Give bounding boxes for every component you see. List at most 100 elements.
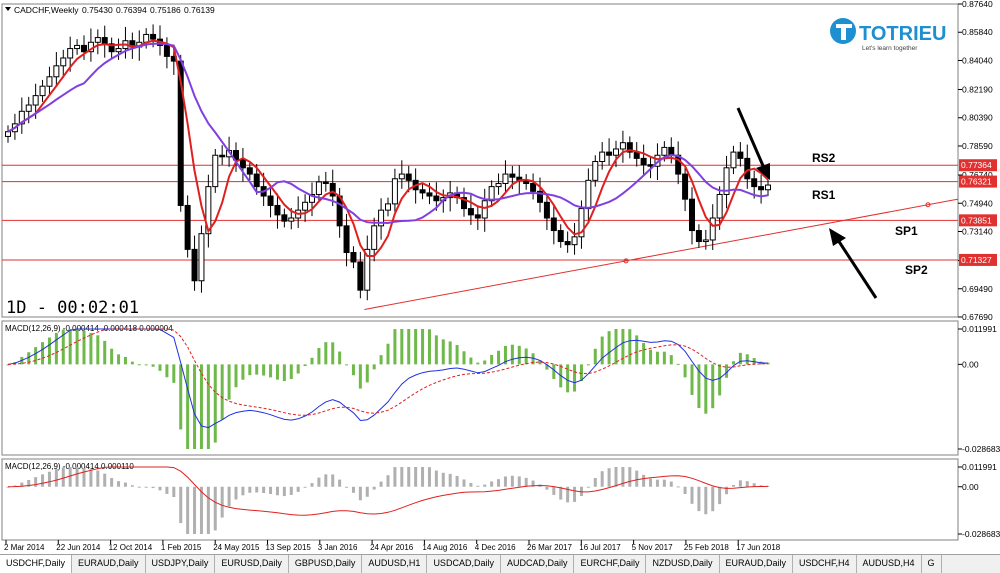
- macd1-histogram-bar: [262, 364, 266, 376]
- candle-body: [322, 181, 329, 184]
- tab-7[interactable]: AUDCAD,Daily: [501, 555, 575, 573]
- candle-body: [219, 154, 226, 158]
- tab-1[interactable]: EURAUD,Daily: [72, 555, 146, 573]
- tab-13[interactable]: G: [922, 555, 942, 573]
- tab-8[interactable]: EURCHF,Daily: [574, 555, 647, 573]
- level-price-label: 0.71327: [961, 255, 992, 265]
- macd1-histogram-bar: [351, 364, 355, 376]
- macd2-histogram-bar: [400, 467, 404, 487]
- macd1-histogram-bar: [47, 337, 51, 365]
- candle-body: [633, 151, 640, 159]
- macd2-histogram-bar: [351, 486, 355, 493]
- macd2-histogram-bar: [628, 467, 632, 487]
- macd2-histogram-bar: [151, 486, 155, 489]
- candle-body: [267, 195, 274, 206]
- tab-9[interactable]: NZDUSD,Daily: [646, 555, 720, 573]
- tab-0[interactable]: USDCHF,Daily: [0, 555, 73, 573]
- macd2-histogram-bar: [345, 486, 349, 488]
- macd2-histogram-bar: [103, 473, 107, 487]
- macd1-histogram-bar: [310, 357, 314, 365]
- macd2-histogram-bar: [213, 486, 217, 531]
- tab-6[interactable]: USDCAD,Daily: [427, 555, 501, 573]
- candle-body: [391, 178, 398, 205]
- tab-11[interactable]: USDCHF,H4: [793, 555, 857, 573]
- macd2-histogram-bar: [510, 475, 514, 487]
- macd2-histogram-bar: [517, 476, 521, 487]
- candle-body: [115, 48, 122, 53]
- ohlc-close: 0.76139: [184, 5, 215, 15]
- candle-body: [730, 151, 737, 169]
- macd1-histogram-bar: [607, 331, 611, 365]
- macd1-histogram-bar: [165, 364, 169, 378]
- tab-10[interactable]: EURAUD,Daily: [720, 555, 794, 573]
- macd1-histogram-bar: [365, 364, 369, 383]
- macd2-histogram-bar: [669, 481, 673, 487]
- macd2-histogram-bar: [497, 479, 501, 487]
- ohlc-high: 0.76394: [116, 5, 147, 15]
- price-tick-label: 0.73140: [962, 226, 993, 236]
- macd2-histogram-bar: [317, 477, 321, 487]
- macd2-histogram-bar: [310, 483, 314, 487]
- macd2-histogram-bar: [441, 472, 445, 487]
- macd2-histogram-bar: [47, 471, 51, 487]
- macd2-histogram-bar: [75, 467, 79, 487]
- macd2-histogram-bar: [379, 481, 383, 487]
- macd1-histogram-bar: [289, 364, 293, 380]
- tab-4[interactable]: GBPUSD,Daily: [289, 555, 363, 573]
- tab-3[interactable]: EURUSD,Daily: [215, 555, 289, 573]
- candle-body: [550, 217, 557, 232]
- time-tick-label: 12 Oct 2014: [109, 543, 153, 552]
- macd2-histogram-bar: [593, 478, 597, 487]
- macd2-histogram-bar: [234, 486, 238, 500]
- brand-tagline: Let's learn together: [862, 45, 918, 52]
- candle-body: [398, 173, 405, 180]
- time-tick-label: 24 Apr 2016: [370, 543, 414, 552]
- candle-body: [467, 208, 474, 216]
- macd1-histogram-bar: [41, 342, 45, 365]
- candle-body: [709, 217, 716, 241]
- bar-countdown-timer: 1D - 00:02:01: [6, 298, 139, 318]
- candle-body: [481, 200, 488, 219]
- time-tick-label: 1 Feb 2015: [161, 543, 202, 552]
- macd1-histogram-bar: [151, 364, 155, 367]
- candle-body: [433, 195, 440, 202]
- macd2-histogram-bar: [662, 479, 666, 487]
- macd2-histogram-bar: [130, 485, 134, 487]
- chart-canvas[interactable]: 0.87640 0.85840 0.84040 0.82190 0.80390 0.785…: [0, 0, 1000, 554]
- time-tick-label: 14 Aug 2016: [422, 543, 467, 552]
- macd1-histogram-bar: [745, 354, 749, 365]
- macd1-histogram-bar: [393, 329, 397, 365]
- tab-2[interactable]: USDJPY,Daily: [146, 555, 216, 573]
- macd2-histogram-bar: [476, 485, 480, 487]
- macd1-histogram-bar: [731, 361, 735, 365]
- macd1-histogram-bar: [676, 363, 680, 365]
- candle-body: [716, 193, 723, 219]
- price-tick-label: 0.78590: [962, 141, 993, 151]
- macd1-histogram-bar: [738, 352, 742, 365]
- macd1-histogram-bar: [510, 344, 514, 365]
- macd2-histogram-bar: [642, 474, 646, 487]
- candle-body: [530, 182, 537, 192]
- macd2-histogram-bar: [324, 474, 328, 487]
- macd2-histogram-bar: [172, 486, 176, 498]
- label-sp1: SP1: [895, 224, 918, 238]
- macd2-histogram-bar: [241, 486, 245, 496]
- candle-body: [357, 261, 364, 291]
- macd2-histogram-bar: [448, 473, 452, 487]
- candle-body: [101, 37, 108, 45]
- macd2-histogram-bar: [545, 486, 549, 490]
- macd1-histogram-bar: [635, 335, 639, 365]
- price-tick-label: 0.84040: [962, 55, 993, 65]
- candle-body: [744, 157, 751, 180]
- macd2-histogram-bar: [262, 486, 266, 493]
- time-tick-label: 16 Jul 2017: [579, 543, 621, 552]
- macd1-histogram-bar: [655, 351, 659, 365]
- macd1-histogram-bar: [186, 364, 190, 449]
- macd2-histogram-bar: [186, 486, 190, 534]
- macd1-histogram-bar: [110, 348, 114, 365]
- tab-12[interactable]: AUDUSD,H4: [857, 555, 922, 573]
- macd1-histogram-bar: [372, 364, 376, 370]
- label-rs1: RS1: [812, 188, 836, 202]
- tab-5[interactable]: AUDUSD,H1: [362, 555, 428, 573]
- macd2-histogram-bar: [427, 467, 431, 487]
